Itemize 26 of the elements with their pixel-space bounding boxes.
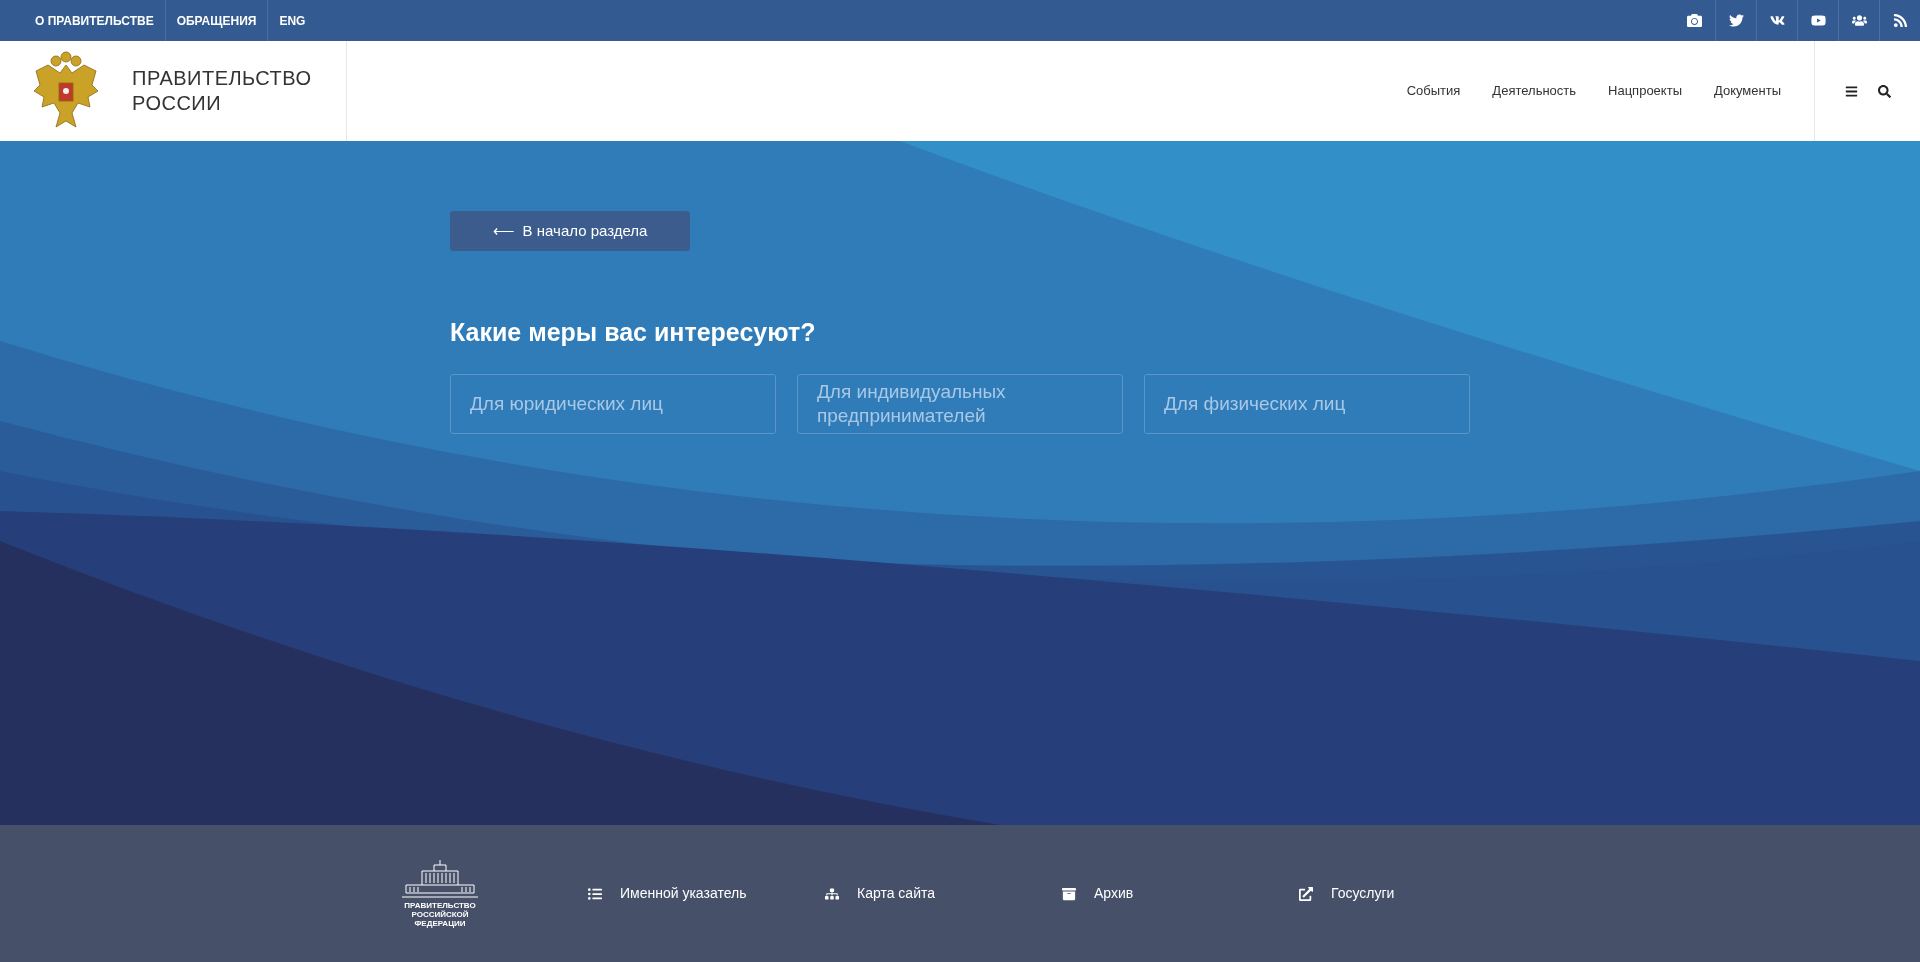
section-heading: Какие меры вас интересуют? [450,317,816,348]
archive-icon [1062,886,1076,901]
list-icon [588,886,602,901]
back-button[interactable]: ⟵ В начало раздела [450,211,690,251]
vk-icon[interactable] [1769,13,1785,28]
footer-link[interactable]: Именной указатель [620,883,747,904]
nav-link[interactable]: События [1406,81,1461,101]
nav-link[interactable]: Нацпроекты [1608,81,1682,101]
rss-icon[interactable] [1892,13,1908,28]
site-title[interactable]: ПРАВИТЕЛЬСТВО РОССИИ [132,66,312,116]
top-link[interactable]: ENG [268,0,317,41]
external-link-icon [1299,886,1313,901]
sitemap-icon [825,886,839,901]
nav-link[interactable]: Документы [1714,81,1781,101]
building-icon [400,859,480,899]
search-icon[interactable] [1877,84,1891,98]
video-icon[interactable] [1810,13,1826,28]
footer-link[interactable]: Госуслуги [1331,883,1395,904]
menu-icon[interactable] [1844,84,1858,98]
footer-link[interactable]: Карта сайта [857,883,935,904]
camera-icon[interactable] [1687,13,1702,28]
footer-link[interactable]: Архив [1094,883,1134,904]
nav-link[interactable]: Деятельность [1492,81,1577,101]
bird-icon[interactable] [1728,13,1744,28]
users-icon[interactable] [1851,13,1867,28]
footer-logo-text: ПРАВИТЕЛЬСТВО РОССИЙСКОЙ ФЕДЕРАЦИИ [404,901,476,928]
